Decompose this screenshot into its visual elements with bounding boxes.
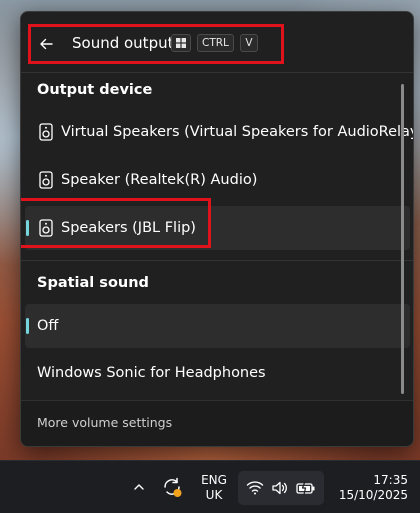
language-region: UK — [205, 488, 223, 502]
device-label: Speaker (Realtek(R) Audio) — [61, 172, 258, 188]
selected-indicator — [26, 220, 29, 236]
quick-settings-button[interactable] — [238, 471, 324, 505]
speaker-icon — [39, 171, 53, 189]
device-item-realtek-speaker[interactable]: Speaker (Realtek(R) Audio) — [25, 158, 410, 202]
show-hidden-icons-button[interactable] — [128, 475, 150, 499]
spatial-label: Windows Sonic for Headphones — [37, 365, 266, 381]
flyout-header: Sound output CTRL V — [21, 12, 413, 72]
clock-date: 15/10/2025 — [338, 488, 408, 502]
header-divider — [21, 72, 413, 73]
device-item-virtual-speakers[interactable]: Virtual Speakers (Virtual Speakers for A… — [25, 110, 413, 154]
volume-icon — [272, 481, 287, 495]
speaker-icon — [39, 123, 53, 141]
battery-charging-icon — [296, 481, 315, 495]
wifi-icon — [246, 481, 264, 495]
device-label: Virtual Speakers (Virtual Speakers for A… — [61, 124, 414, 140]
keyboard-shortcut: CTRL V — [171, 32, 258, 54]
spatial-item-off[interactable]: Off — [25, 304, 410, 348]
selected-indicator — [26, 318, 29, 334]
clock[interactable]: 17:35 15/10/2025 — [330, 473, 408, 503]
device-label: Speakers (JBL Flip) — [61, 220, 196, 236]
sync-tray-button[interactable] — [158, 473, 186, 501]
spatial-sound-heading: Spatial sound — [37, 275, 149, 291]
arrow-left-icon — [40, 38, 53, 50]
sound-output-flyout: Sound output CTRL V Output device Virtua… — [20, 11, 414, 447]
spatial-item-windows-sonic[interactable]: Windows Sonic for Headphones — [25, 351, 410, 395]
speaker-icon — [39, 219, 53, 237]
section-divider — [21, 260, 413, 261]
output-device-heading: Output device — [37, 82, 153, 98]
v-key: V — [239, 34, 258, 52]
windows-logo-icon — [176, 38, 186, 48]
language-code: ENG — [201, 473, 227, 487]
more-volume-settings-link[interactable]: More volume settings — [37, 415, 172, 430]
ctrl-key: CTRL — [197, 34, 234, 52]
taskbar: ENG UK 17:35 15/10/2025 — [0, 460, 420, 513]
back-button[interactable] — [33, 32, 59, 56]
chevron-up-icon — [134, 484, 144, 490]
language-indicator[interactable]: ENG UK — [198, 473, 230, 503]
windows-key — [171, 34, 191, 52]
sync-warning-icon — [164, 477, 182, 497]
spatial-label: Off — [37, 318, 59, 334]
flyout-footer: More volume settings — [21, 400, 413, 446]
scrollbar[interactable] — [401, 84, 404, 394]
clock-time: 17:35 — [373, 473, 408, 487]
flyout-title: Sound output — [72, 34, 174, 52]
device-item-jbl-flip[interactable]: Speakers (JBL Flip) — [25, 206, 410, 250]
